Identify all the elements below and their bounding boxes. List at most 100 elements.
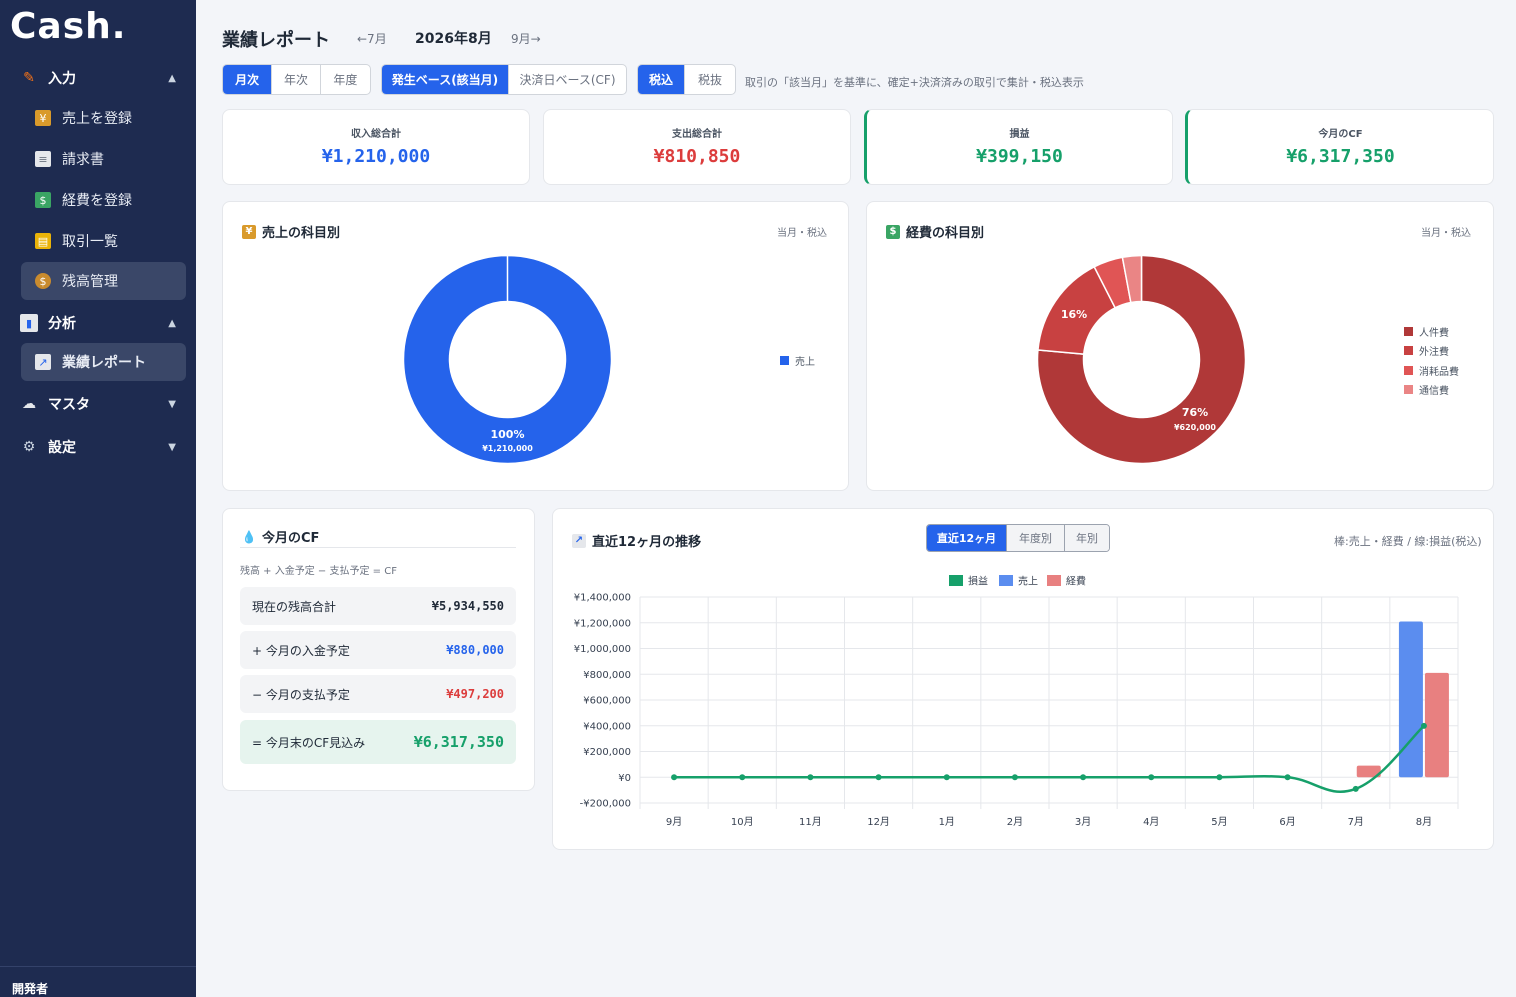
- kpi-value: ¥399,150: [976, 146, 1063, 167]
- legend-swatch: [999, 575, 1013, 586]
- legend-swatch: [949, 575, 963, 586]
- period-fiscal-button[interactable]: 年度: [321, 65, 370, 94]
- profit-point: [1216, 774, 1223, 781]
- sidebar-item-expense[interactable]: $ 経費を登録: [21, 181, 186, 219]
- period-yearly-button[interactable]: 年次: [272, 65, 321, 94]
- profit-point: [1284, 774, 1291, 781]
- nav-group-label: 入力: [48, 71, 76, 87]
- droplet-icon: 💧: [241, 529, 257, 544]
- cf-row-outgo: − 今月の支払予定 ¥497,200: [240, 675, 516, 713]
- cash-basis-button[interactable]: 決済日ベース(CF): [509, 65, 626, 94]
- tab-by-fiscal-year[interactable]: 年度別: [1007, 525, 1065, 551]
- cf-row-label: − 今月の支払予定: [252, 687, 350, 702]
- tab-by-year[interactable]: 年別: [1065, 525, 1109, 551]
- kpi-label: 今月のCF: [1318, 129, 1363, 140]
- bar: [1424, 672, 1449, 778]
- caret-down-icon: ▼: [168, 398, 176, 410]
- tax-included-button[interactable]: 税込: [638, 65, 686, 94]
- expense-breakdown-title: $ 経費の科目別: [886, 222, 984, 241]
- document-icon: ≡: [35, 151, 51, 167]
- kpi-label: 損益: [1009, 129, 1030, 140]
- legend-swatch: [1047, 575, 1061, 586]
- y-tick-label: ¥1,400,000: [574, 593, 631, 604]
- x-tick-label: 11月: [799, 816, 822, 828]
- cf-row-total: = 今月末のCF見込み ¥6,317,350: [240, 720, 516, 764]
- sidebar-footer-developer[interactable]: 開発者: [0, 966, 196, 997]
- trend-note: 棒:売上・経費 / 線:損益(税込): [1334, 535, 1482, 548]
- x-tick-label: 9月: [666, 816, 682, 828]
- cf-formula: 残高 + 入金予定 − 支払予定 = CF: [240, 566, 397, 577]
- x-tick-label: 3月: [1075, 816, 1091, 828]
- nav-group-master[interactable]: ☁ マスタ ▼: [0, 386, 196, 422]
- current-month: 2026年8月: [415, 31, 492, 47]
- profit-point: [1011, 774, 1018, 781]
- sidebar-item-transactions[interactable]: ▤ 取引一覧: [21, 222, 186, 260]
- trend-chart-icon: ↗: [572, 533, 586, 548]
- ledger-icon: ▤: [35, 233, 51, 249]
- legend-label: 人件費: [1419, 328, 1449, 339]
- profit-point: [943, 774, 950, 781]
- trend-card-title: ↗ 直近12ヶ月の推移: [572, 531, 701, 550]
- legend-item: 人件費: [1404, 324, 1449, 339]
- next-month-link[interactable]: 9月→: [511, 30, 541, 47]
- trend-range-tabs: 直近12ヶ月 年度別 年別: [926, 524, 1110, 552]
- profit-point: [1420, 722, 1427, 729]
- kpi-value: ¥6,317,350: [1286, 146, 1395, 167]
- accrual-basis-button[interactable]: 発生ベース(該当月): [382, 65, 509, 94]
- legend-label: 売上: [1018, 575, 1038, 588]
- slice-label: 76%: [1182, 406, 1208, 419]
- x-tick-label: 4月: [1143, 816, 1159, 828]
- slice-label: 16%: [1061, 308, 1087, 321]
- expense-donut-chart: 76% ¥620,000 16%: [1036, 254, 1247, 465]
- kpi-label: 支出総合計: [672, 129, 722, 140]
- sidebar-item-label: 残高管理: [62, 274, 118, 290]
- cf-card-title: 💧 今月のCF: [241, 527, 320, 547]
- y-tick-label: ¥1,200,000: [574, 618, 631, 629]
- legend-swatch: [1404, 327, 1413, 336]
- period-toggle: 月次 年次 年度: [222, 64, 371, 95]
- y-tick-label: -¥200,000: [580, 799, 631, 810]
- sidebar-item-invoice[interactable]: ≡ 請求書: [21, 140, 186, 178]
- nav-group-input[interactable]: ✎ 入力 ▲: [0, 60, 196, 96]
- tax-toggle: 税込 税抜: [637, 64, 736, 95]
- legend-swatch: [1404, 385, 1413, 394]
- legend-label: 消耗品費: [1419, 367, 1459, 378]
- kpi-label: 収入総合計: [351, 129, 401, 140]
- sidebar-item-label: 経費を登録: [62, 193, 132, 209]
- period-monthly-button[interactable]: 月次: [223, 65, 273, 94]
- cf-row-value: ¥5,934,550: [431, 599, 504, 613]
- tax-excluded-button[interactable]: 税抜: [685, 65, 735, 94]
- sidebar-item-sales[interactable]: ¥ 売上を登録: [21, 99, 186, 137]
- x-tick-label: 1月: [939, 816, 955, 828]
- nav-group-analysis[interactable]: ▮ 分析 ▲: [0, 305, 196, 341]
- x-tick-label: 7月: [1348, 816, 1364, 828]
- sidebar-item-label: 請求書: [62, 152, 104, 168]
- card-title-text: 今月のCF: [262, 531, 320, 546]
- page-title: 業績レポート: [222, 30, 330, 51]
- tab-last-12-months[interactable]: 直近12ヶ月: [927, 525, 1007, 551]
- profit-point: [739, 774, 746, 781]
- cf-row-value: ¥497,200: [446, 687, 504, 701]
- nav-group-label: 設定: [48, 440, 76, 456]
- slice-label: ¥620,000: [1174, 423, 1216, 432]
- sidebar-item-balance[interactable]: $ 残高管理: [21, 262, 186, 300]
- prev-month-link[interactable]: ←7月: [357, 30, 387, 47]
- legend-swatch: [1404, 346, 1413, 355]
- nav-group-settings[interactable]: ⚙ 設定 ▼: [0, 429, 196, 465]
- bar-chart-icon: ▮: [20, 314, 38, 332]
- app-logo[interactable]: Cash.: [10, 6, 126, 47]
- cf-row-label: + 今月の入金予定: [252, 643, 350, 658]
- legend-label: 外注費: [1419, 347, 1449, 358]
- y-tick-label: ¥600,000: [583, 696, 631, 707]
- trend-chart-icon: ↗: [35, 354, 51, 370]
- nav-group-label: マスタ: [48, 397, 90, 413]
- x-tick-label: 5月: [1211, 816, 1227, 828]
- sidebar-item-label: 取引一覧: [62, 234, 118, 250]
- x-tick-label: 8月: [1416, 816, 1432, 828]
- expense-breakdown-note: 当月・税込: [1421, 228, 1471, 239]
- legend-label: 通信費: [1419, 386, 1449, 397]
- legend-item: 通信費: [1404, 382, 1449, 397]
- kpi-cf-card: 今月のCF ¥6,317,350: [1185, 109, 1494, 185]
- sidebar: Cash. ✎ 入力 ▲ ¥ 売上を登録 ≡ 請求書 $ 経費を登録 ▤ 取引一…: [0, 0, 196, 997]
- sidebar-item-report[interactable]: ↗ 業績レポート: [21, 343, 186, 381]
